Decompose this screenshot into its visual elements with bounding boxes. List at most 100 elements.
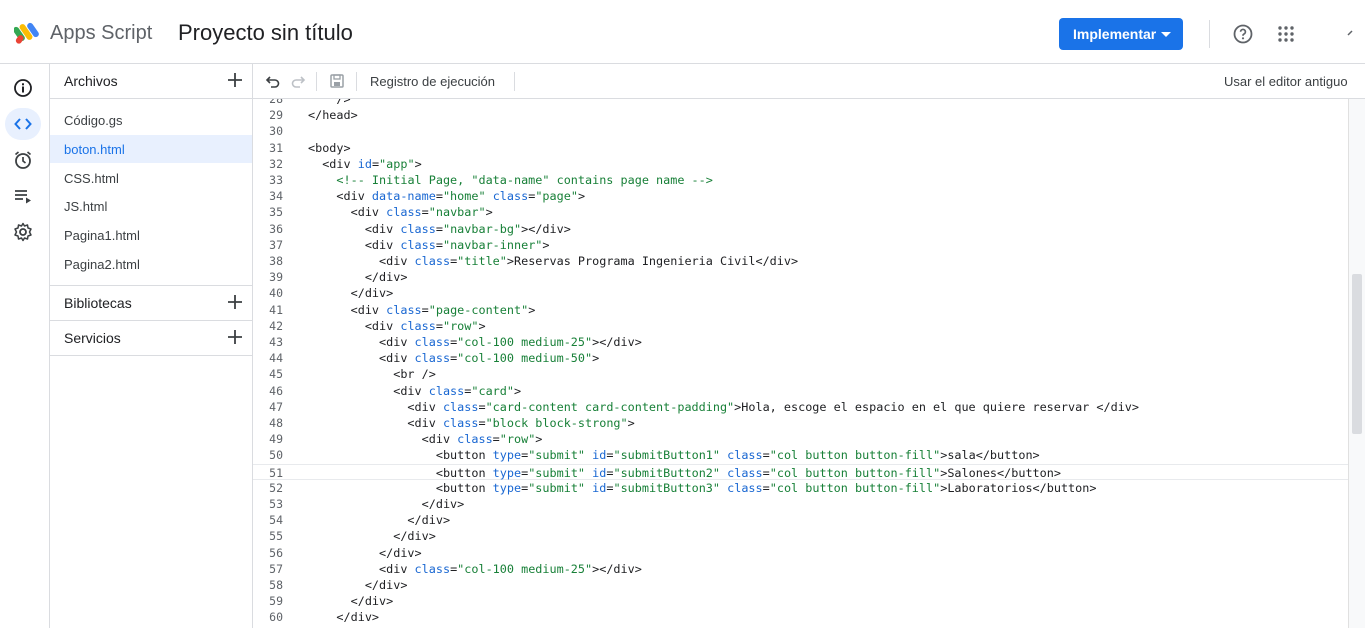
deploy-button-label: Implementar xyxy=(1073,26,1157,42)
save-icon[interactable] xyxy=(329,73,345,89)
redo-icon[interactable] xyxy=(290,73,306,89)
code-line[interactable]: 32 <div id="app"> xyxy=(253,156,1348,172)
code-line[interactable]: 36 <div class="navbar-bg"></div> xyxy=(253,221,1348,237)
code-line[interactable]: 38 <div class="title">Reservas Programa … xyxy=(253,253,1348,269)
google-apps-icon[interactable] xyxy=(1278,26,1294,42)
line-number: 56 xyxy=(269,545,283,560)
code-text: /> xyxy=(308,99,351,106)
add-library-icon[interactable] xyxy=(226,293,244,311)
editor-toolbar: Registro de ejecución Usar el editor ant… xyxy=(253,64,1365,99)
code-text: </div> xyxy=(308,594,394,609)
account-chevron-icon[interactable] xyxy=(1345,26,1359,40)
code-text: </div> xyxy=(308,529,436,544)
toolbar-divider xyxy=(356,72,357,91)
code-line[interactable]: 29 </head> xyxy=(253,107,1348,123)
gear-icon xyxy=(14,222,32,242)
code-editor[interactable]: 28 /> 29 </head> 30 31 <body> 32 <div id="app"… xyxy=(253,99,1348,628)
line-number: 38 xyxy=(269,254,283,268)
code-line[interactable]: 31 <body> xyxy=(253,140,1348,156)
code-line[interactable]: 58 </div> xyxy=(253,577,1348,593)
line-number: 49 xyxy=(269,432,283,447)
code-line[interactable]: 30 xyxy=(253,123,1348,139)
services-section-header[interactable]: Servicios xyxy=(50,321,253,355)
code-line[interactable]: 40 </div> xyxy=(253,285,1348,301)
scrollbar-thumb[interactable] xyxy=(1352,274,1362,434)
app-name[interactable]: Apps Script xyxy=(50,22,152,45)
add-service-icon[interactable] xyxy=(226,328,244,346)
code-line[interactable]: 43 <div class="col-100 medium-25"></div> xyxy=(253,334,1348,350)
line-number: 31 xyxy=(269,140,283,155)
line-number: 40 xyxy=(269,286,283,301)
code-line[interactable]: 33 <!-- Initial Page, "data-name" contai… xyxy=(253,172,1348,188)
line-number: 34 xyxy=(269,189,283,204)
code-line[interactable]: 49 <div class="row"> xyxy=(253,431,1348,447)
file-item[interactable]: Pagina2.html xyxy=(50,250,252,278)
undo-icon[interactable] xyxy=(265,73,281,89)
code-text: </div> xyxy=(308,513,451,528)
file-item[interactable]: Pagina1.html xyxy=(50,221,252,249)
code-line[interactable]: 39 </div> xyxy=(253,269,1348,285)
code-line[interactable]: 35 <div class="navbar"> xyxy=(253,204,1348,220)
libraries-section-header[interactable]: Bibliotecas xyxy=(50,286,253,320)
line-number: 53 xyxy=(269,497,283,511)
file-item[interactable]: Código.gs xyxy=(50,106,252,134)
editor-scrollbar[interactable] xyxy=(1348,99,1365,628)
line-number: 55 xyxy=(269,529,283,544)
code-line[interactable]: 55 </div> xyxy=(253,528,1348,544)
code-text: </head> xyxy=(308,108,358,123)
line-number: 54 xyxy=(269,513,283,528)
code-line[interactable]: 50 <button type="submit" id="submitButto… xyxy=(253,447,1348,463)
line-number: 42 xyxy=(269,318,283,333)
code-line[interactable]: 44 <div class="col-100 medium-50"> xyxy=(253,350,1348,366)
code-line[interactable]: 47 <div class="card-content card-content… xyxy=(253,399,1348,415)
code-icon xyxy=(14,118,32,130)
rail-executions[interactable] xyxy=(5,180,41,212)
code-line[interactable]: 54 </div> xyxy=(253,512,1348,528)
code-line[interactable]: 28 /> xyxy=(253,99,1348,107)
use-old-editor-link[interactable]: Usar el editor antiguo xyxy=(1224,74,1348,89)
line-number: 44 xyxy=(269,351,283,366)
line-number: 58 xyxy=(269,578,283,592)
code-line[interactable]: 37 <div class="navbar-inner"> xyxy=(253,237,1348,253)
files-section-header[interactable]: Archivos xyxy=(50,64,253,98)
code-line[interactable]: 46 <div class="card"> xyxy=(253,383,1348,399)
code-text: <!-- Initial Page, "data-name" contains … xyxy=(336,173,713,187)
code-text: <div class="card"> xyxy=(308,383,522,398)
code-line[interactable]: 59 </div> xyxy=(253,593,1348,609)
file-name: boton.html xyxy=(64,142,125,157)
code-line[interactable]: 42 <div class="row"> xyxy=(253,318,1348,334)
executions-icon xyxy=(15,190,31,204)
file-item[interactable]: CSS.html xyxy=(50,164,252,192)
code-line[interactable]: 60 </div> xyxy=(253,609,1348,625)
rail-settings[interactable] xyxy=(5,216,41,248)
code-line[interactable]: 45 <br /> xyxy=(253,366,1348,382)
code-line[interactable]: 52 <button type="submit" id="submitButto… xyxy=(253,480,1348,496)
caret-down-icon[interactable] xyxy=(1161,32,1171,37)
line-number: 39 xyxy=(269,270,283,285)
project-title[interactable]: Proyecto sin título xyxy=(178,20,353,46)
add-file-icon[interactable] xyxy=(226,71,244,89)
code-text: <div data-name="home" class="page"> xyxy=(308,189,586,204)
toolbar-divider xyxy=(514,72,515,91)
file-item-active[interactable]: boton.html xyxy=(50,135,252,163)
code-line[interactable]: 41 <div class="page-content"> xyxy=(253,302,1348,318)
execution-log-button[interactable]: Registro de ejecución xyxy=(370,74,495,89)
rail-overview[interactable] xyxy=(5,72,41,104)
code-text: <div id="app"> xyxy=(308,156,422,171)
help-icon[interactable] xyxy=(1233,24,1253,44)
code-text: <br /> xyxy=(308,367,436,382)
code-line[interactable]: 57 <div class="col-100 medium-25"></div> xyxy=(253,561,1348,577)
code-text: <div class="col-100 medium-25"></div> xyxy=(308,561,642,576)
file-item[interactable]: JS.html xyxy=(50,192,252,220)
code-line[interactable]: 53 </div> xyxy=(253,496,1348,512)
divider xyxy=(50,98,253,99)
code-line[interactable]: 34 <div data-name="home" class="page"> xyxy=(253,188,1348,204)
rail-editor[interactable] xyxy=(5,108,41,140)
code-text: <div class="navbar"> xyxy=(308,205,493,220)
deploy-button[interactable]: Implementar xyxy=(1059,18,1183,50)
rail-triggers[interactable] xyxy=(5,144,41,176)
line-number: 37 xyxy=(269,237,283,252)
code-line[interactable]: 48 <div class="block block-strong"> xyxy=(253,415,1348,431)
code-line[interactable]: 51 <button type="submit" id="submitButto… xyxy=(253,463,1348,480)
code-line[interactable]: 56 </div> xyxy=(253,545,1348,561)
